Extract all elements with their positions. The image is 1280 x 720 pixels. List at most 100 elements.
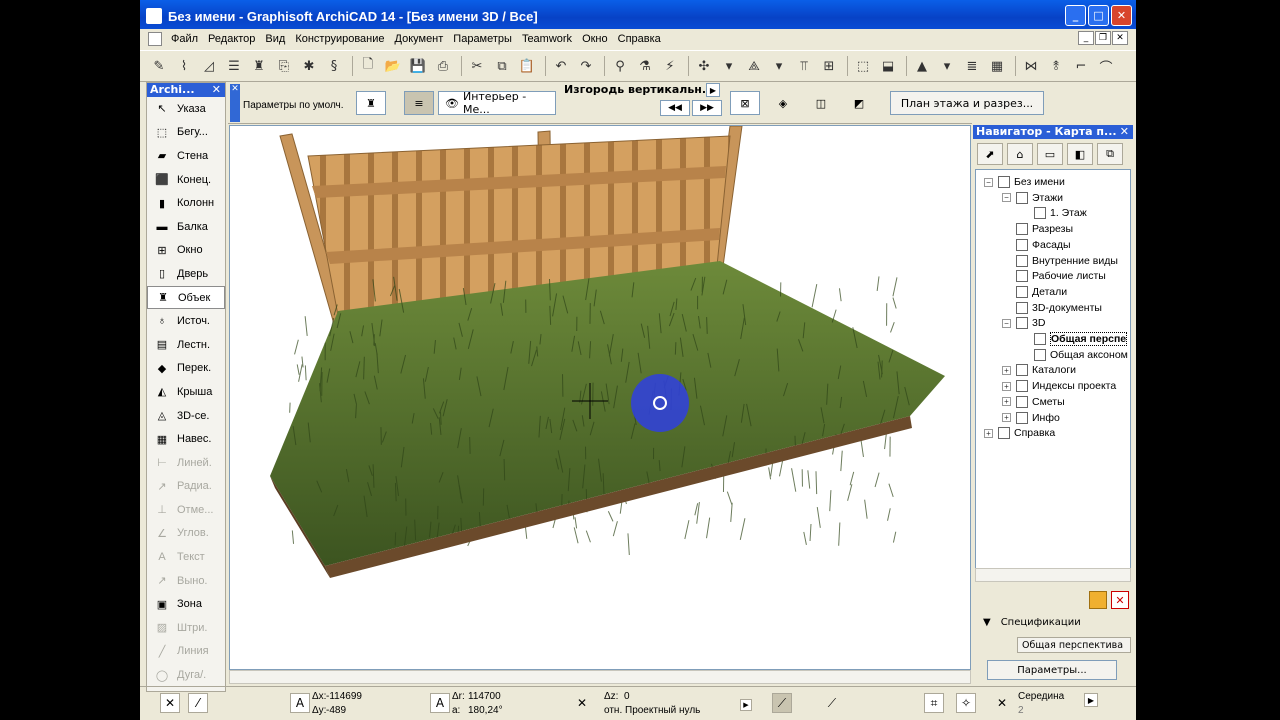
tree-item[interactable]: + Инфо <box>1002 410 1060 426</box>
copy-format-icon[interactable]: ⎘ <box>273 55 295 77</box>
pencil-icon[interactable]: ✎ <box>148 55 170 77</box>
tool-mesh[interactable]: ◬ 3D-се. <box>147 404 225 428</box>
object-next-button[interactable]: ▶ <box>706 83 720 97</box>
document-menu-icon[interactable] <box>148 32 162 46</box>
forward-button[interactable]: ▶▶ <box>692 100 722 116</box>
copy-icon[interactable]: ⧉ <box>491 55 513 77</box>
reference-dropdown-icon[interactable]: ▶ <box>740 699 752 711</box>
save-icon[interactable]: 💾 <box>407 55 429 77</box>
tool-curtain-wall[interactable]: ▦ Навес. <box>147 427 225 451</box>
expand-icon[interactable]: + <box>984 428 993 438</box>
cut-icon[interactable]: ✂ <box>466 55 488 77</box>
dropdown-arrow-icon[interactable]: ▾ <box>936 55 958 77</box>
tool-zone[interactable]: ▣ Зона <box>147 592 225 616</box>
tree-item[interactable]: − Без имени <box>984 174 1065 190</box>
minimize-button[interactable]: _ <box>1065 5 1086 26</box>
infobox-close-button[interactable]: ✕ <box>230 84 240 122</box>
delete-icon[interactable]: ✕ <box>1111 591 1129 609</box>
cancel-icon[interactable]: ✕ <box>160 693 180 713</box>
layout-book-tab[interactable]: ▭ <box>1037 143 1063 165</box>
new-file-icon[interactable]: 🗋 <box>357 55 379 77</box>
rewind-button[interactable]: ◀◀ <box>660 100 690 116</box>
project-map-tab[interactable]: ⬈ <box>977 143 1003 165</box>
3d-viewport[interactable] <box>229 125 971 670</box>
collapse-icon[interactable]: − <box>1002 193 1011 203</box>
menu-view[interactable]: Вид <box>260 33 290 45</box>
tree-item[interactable]: + Каталоги <box>1002 362 1076 378</box>
mesh-tool-icon[interactable]: ⌇ <box>173 55 195 77</box>
tree-item[interactable]: Внутренние виды <box>1002 253 1118 269</box>
layer-style-button[interactable]: ≡ <box>404 91 434 115</box>
offset-icon[interactable]: ⌐ <box>1070 55 1092 77</box>
mirror-object-button[interactable]: ⊠ <box>730 91 760 115</box>
expand-icon[interactable]: + <box>1002 381 1011 391</box>
close-button[interactable]: ✕ <box>1111 5 1132 26</box>
magic-snap-icon[interactable]: ✧ <box>956 693 976 713</box>
tool-linear-dimension[interactable]: ⊢ Линей. <box>147 451 225 475</box>
object-settings-button[interactable]: ♜ <box>356 91 386 115</box>
tool-angle-dimension[interactable]: ∠ Углов. <box>147 522 225 546</box>
tool-level-dimension[interactable]: ⊥ Отме... <box>147 498 225 522</box>
tree-item[interactable]: − Этажи <box>1002 190 1063 206</box>
tree-item[interactable]: Фасады <box>1002 237 1071 253</box>
print-icon[interactable]: ⎙ <box>432 55 454 77</box>
collapse-icon[interactable]: − <box>984 177 993 187</box>
new-folder-icon[interactable] <box>1089 591 1107 609</box>
expand-icon[interactable]: + <box>1002 413 1011 422</box>
tree-item[interactable]: Рабочие листы <box>1002 268 1106 284</box>
layers-icon[interactable]: ☰ <box>223 55 245 77</box>
absolute-coords-icon[interactable]: A <box>290 693 310 713</box>
curve-icon[interactable]: ⌒ <box>1095 55 1117 77</box>
maximize-button[interactable]: □ <box>1088 5 1109 26</box>
elevation-object-button[interactable]: ◩ <box>844 91 874 115</box>
snap-mode-dropdown-icon[interactable]: ▶ <box>1084 693 1098 707</box>
magic-wand-icon[interactable]: ⁄ <box>188 693 208 713</box>
doc-restore-button[interactable]: ❐ <box>1095 31 1111 45</box>
open-folder-icon[interactable]: 📂 <box>382 55 404 77</box>
bring-forward-icon[interactable]: ▲ <box>911 55 933 77</box>
tool-marquee[interactable]: ⬚ Бегу... <box>147 121 225 145</box>
view-map-tab[interactable]: ⌂ <box>1007 143 1033 165</box>
tree-item[interactable]: + Сметы <box>1002 394 1065 410</box>
tree-item[interactable]: Общая аксоном <box>1020 347 1128 363</box>
render-icon[interactable]: ✱ <box>298 55 320 77</box>
toolbox-close-icon[interactable]: ✕ <box>212 83 221 97</box>
group-icon[interactable]: ⬚ <box>852 55 874 77</box>
tool-beam[interactable]: ▬ Балка <box>147 215 225 239</box>
tool-roof[interactable]: ◭ Крыша <box>147 380 225 404</box>
tool-arc[interactable]: ◯ Дуга/. <box>147 663 225 687</box>
tool-object[interactable]: ♜ Объек <box>147 285 225 310</box>
tool-column-end[interactable]: ⬛ Конец. <box>147 168 225 192</box>
tree-item[interactable]: 1. Этаж <box>1020 205 1087 221</box>
tool-radial-dimension[interactable]: ↗ Радиа. <box>147 475 225 499</box>
anchor-object-button[interactable]: ◫ <box>806 91 836 115</box>
undo-icon[interactable]: ↶ <box>550 55 572 77</box>
eraser-icon[interactable]: ◿ <box>198 55 220 77</box>
tool-label[interactable]: ↗ Выно. <box>147 569 225 593</box>
tool-door[interactable]: ▯ Дверь <box>147 262 225 286</box>
snap-rule-icon[interactable]: ⟋ <box>822 693 842 713</box>
canvas-horizontal-scrollbar[interactable] <box>229 670 971 684</box>
layers-settings-icon[interactable]: ≣ <box>961 55 983 77</box>
eyedropper-icon[interactable]: ⚗ <box>634 55 656 77</box>
tree-item[interactable]: − 3D <box>1002 315 1045 331</box>
tool-stair[interactable]: ▤ Лестн. <box>147 333 225 357</box>
special-snap-icon[interactable]: ✕ <box>992 693 1012 713</box>
script-icon[interactable]: § <box>323 55 345 77</box>
snap-guides-icon[interactable]: ✣ <box>693 55 715 77</box>
tool-column[interactable]: ▮ Колонн <box>147 191 225 215</box>
menu-options[interactable]: Параметры <box>448 33 517 45</box>
pen-sets-icon[interactable]: ▦ <box>986 55 1008 77</box>
collapse-icon[interactable]: − <box>1002 318 1011 328</box>
align-icon[interactable]: ⫪ <box>793 55 815 77</box>
tree-item[interactable]: + Индексы проекта <box>1002 378 1116 394</box>
tool-lamp[interactable]: ♁ Источ. <box>147 309 225 333</box>
parameters-button[interactable]: Параметры... <box>987 660 1117 680</box>
dropdown-arrow-icon[interactable]: ▾ <box>718 55 740 77</box>
polar-coords-icon[interactable]: A <box>430 693 450 713</box>
specifications-header[interactable]: ▼ Спецификации <box>983 617 1081 628</box>
navigator-scrollbar[interactable] <box>975 568 1131 582</box>
tool-line[interactable]: ╱ Линия <box>147 640 225 664</box>
menu-help[interactable]: Справка <box>613 33 666 45</box>
brush-icon[interactable]: ♜ <box>248 55 270 77</box>
